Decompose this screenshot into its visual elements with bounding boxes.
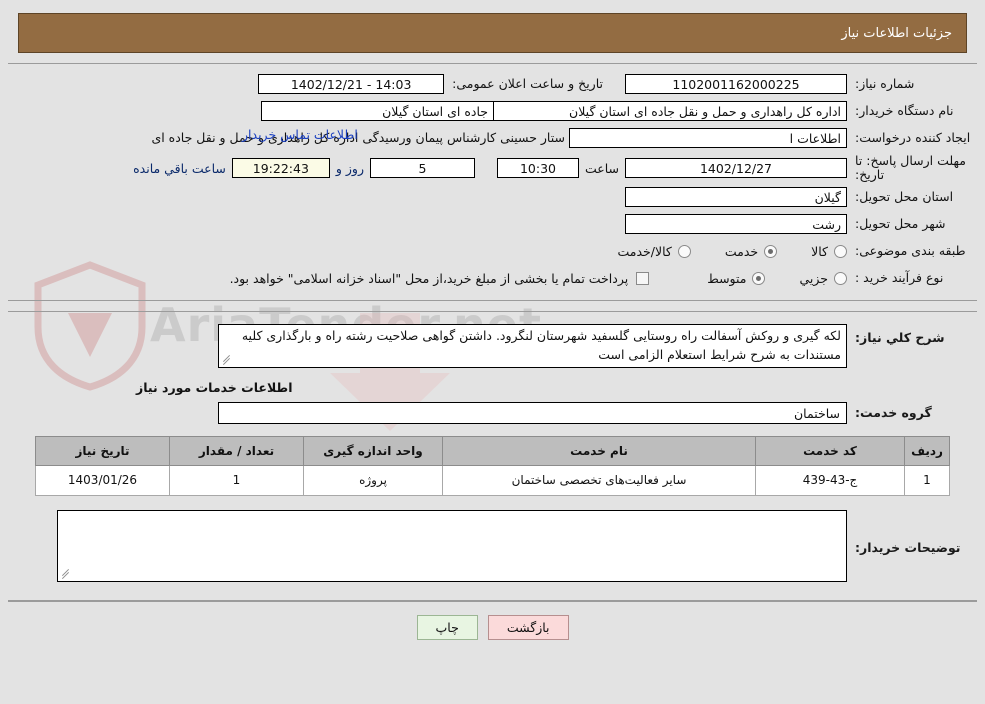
process-option-motevaset[interactable]: متوسط (707, 270, 766, 286)
cell-name: سایر فعالیت‌های تخصصی ساختمان (442, 464, 756, 496)
creator-field[interactable]: اطلاعات ا (569, 127, 847, 148)
process-option-jozee[interactable]: جزیي (799, 271, 847, 286)
radio-khedmat-icon[interactable] (764, 244, 778, 258)
timer-suffix-label: ساعت باقي مانده (133, 160, 226, 176)
th-radif: ردیف (904, 435, 950, 466)
classification-label: طبقه بندی موضوعی: (855, 243, 966, 259)
th-qty: تعداد / مقدار (169, 435, 304, 466)
city-field[interactable]: رشت (625, 214, 847, 235)
buyer-org-field-overflow[interactable]: جاده ای استان گیلان (261, 100, 493, 121)
classification-option-khedmat[interactable]: خدمت (724, 243, 778, 259)
cell-unit: پروژه (303, 464, 443, 496)
treasury-bonds-label: پرداخت تمام یا بخشی از مبلغ خرید،از محل … (229, 270, 629, 286)
row-classification: طبقه بندی موضوعی: کالا خدمت کالا/خدمت (8, 238, 977, 265)
row-need-number: شماره نیاز: 1102001162000225 تاریخ و ساع… (8, 70, 977, 97)
row-province: استان محل تحویل: گیلان (8, 184, 977, 211)
classification-option-kala[interactable]: کالا (811, 244, 847, 259)
resize-grip-icon (221, 354, 231, 366)
page-title: جزئیات اطلاعات نیاز (841, 25, 952, 41)
row-purchase-process: نوع فرآیند خرید : جزیي متوسط پرداخت تمام… (8, 265, 977, 292)
row-city: شهر محل تحویل: رشت (8, 211, 977, 238)
remaining-days-field[interactable]: 5 (369, 158, 475, 179)
general-description-label: شرح کلي نیاز: (855, 329, 945, 345)
treasury-bonds-checkbox-group[interactable]: پرداخت تمام یا بخشی از مبلغ خرید،از محل … (230, 271, 650, 286)
announce-datetime-label: تاریخ و ساعت اعلان عمومی: (452, 75, 603, 91)
print-button[interactable]: چاپ (416, 614, 478, 640)
cell-radif: 1 (904, 464, 950, 496)
radio-kala-icon[interactable] (834, 244, 847, 258)
buyer-notes-label: توضیحات خریدار: (855, 539, 961, 555)
th-date: تاریخ نیاز (35, 435, 170, 466)
process-option-motevaset-label: متوسط (707, 270, 747, 286)
classification-option-kala-khedmat-label: کالا/خدمت (617, 243, 672, 259)
services-table: ردیف کد خدمت نام خدمت واحد اندازه گیری ت… (35, 435, 950, 496)
th-code: کد خدمت (755, 435, 905, 466)
service-group-label: گروه خدمت: (855, 405, 932, 421)
process-option-jozee-label: جزیي (799, 270, 828, 286)
row-creator: ایجاد کننده درخواست: اطلاعات ا ستار حسین… (8, 124, 977, 151)
purchase-process-label: نوع فرآیند خرید : (855, 270, 944, 286)
services-table-wrap: ردیف کد خدمت نام خدمت واحد اندازه گیری ت… (8, 432, 977, 502)
th-name: نام خدمت (442, 435, 756, 466)
city-label: شهر محل تحویل: (855, 216, 946, 232)
days-separator-label: روز و (335, 160, 364, 176)
deadline-date-field[interactable]: 1402/12/27 (625, 158, 847, 179)
classification-option-kala-khedmat[interactable]: کالا/خدمت (617, 243, 691, 259)
countdown-timer-field: 19:22:43 (231, 158, 330, 179)
page-root: جزئیات اطلاعات نیاز شماره نیاز: 11020011… (0, 13, 985, 640)
page-title-bar: جزئیات اطلاعات نیاز (18, 13, 967, 53)
row-deadline: مهلت ارسال پاسخ: تا تاریخ: 1402/12/27 سا… (8, 153, 977, 184)
province-label: استان محل تحویل: (855, 189, 954, 205)
cell-date: 1403/01/26 (35, 464, 170, 496)
back-button[interactable]: بازگشت (487, 614, 569, 640)
radio-kala-khedmat-icon[interactable] (677, 244, 691, 258)
deadline-label: مهلت ارسال پاسخ: تا تاریخ: (855, 153, 966, 183)
th-unit: واحد اندازه گیری (303, 435, 443, 466)
row-buyer-org: نام دستگاه خریدار: اداره کل راهداری و حم… (8, 97, 977, 124)
announce-datetime-field[interactable]: 14:03 - 1402/12/21 (258, 73, 445, 94)
general-description-textarea[interactable]: لکه گیری و روکش آسفالت راه روستایی گلسفی… (218, 323, 847, 368)
need-number-label: شماره نیاز: (855, 75, 915, 91)
row-contact-link-holder: اطلاعات تماس خریدار (8, 127, 977, 153)
table-row[interactable]: 1 ج-43-439 سایر فعالیت‌های تخصصی ساختمان… (35, 464, 950, 496)
need-info-panel: شماره نیاز: 1102001162000225 تاریخ و ساع… (8, 63, 977, 301)
treasury-bonds-checkbox[interactable] (636, 271, 650, 285)
row-general-description: شرح کلي نیاز: لکه گیری و روکش آسفالت راه… (8, 318, 977, 372)
services-section-title: اطلاعات خدمات مورد نیاز (136, 379, 293, 395)
classification-option-kala-label: کالا (811, 243, 828, 259)
service-group-field[interactable]: ساختمان (218, 401, 847, 424)
clock-label: ساعت (584, 160, 619, 176)
description-and-services-panel: شرح کلي نیاز: لکه گیری و روکش آسفالت راه… (8, 310, 977, 601)
buyer-contact-link[interactable]: اطلاعات تماس خریدار (236, 127, 364, 142)
radio-jozee-icon[interactable] (834, 271, 847, 285)
buyer-notes-textarea[interactable] (57, 509, 847, 582)
footer-actions: بازگشت چاپ (8, 600, 977, 640)
province-field[interactable]: گیلان (625, 187, 847, 208)
creator-label: ایجاد کننده درخواست: (855, 129, 971, 145)
need-number-field[interactable]: 1102001162000225 (625, 73, 847, 94)
classification-option-khedmat-label: خدمت (724, 243, 759, 259)
buyer-org-label: نام دستگاه خریدار: (855, 102, 954, 118)
cell-code: ج-43-439 (755, 464, 905, 496)
cell-qty: 1 (169, 464, 304, 496)
row-service-group: گروه خدمت: ساختمان (8, 399, 977, 432)
buyer-org-field[interactable]: اداره کل راهداری و حمل و نقل جاده ای است… (493, 100, 847, 121)
row-buyer-notes: توضیحات خریدار: (8, 502, 977, 592)
deadline-clock-field[interactable]: 10:30 (496, 158, 579, 179)
radio-motevaset-icon[interactable] (752, 271, 766, 285)
notes-resize-grip-icon (60, 568, 70, 580)
table-header-row: ردیف کد خدمت نام خدمت واحد اندازه گیری ت… (35, 435, 950, 466)
